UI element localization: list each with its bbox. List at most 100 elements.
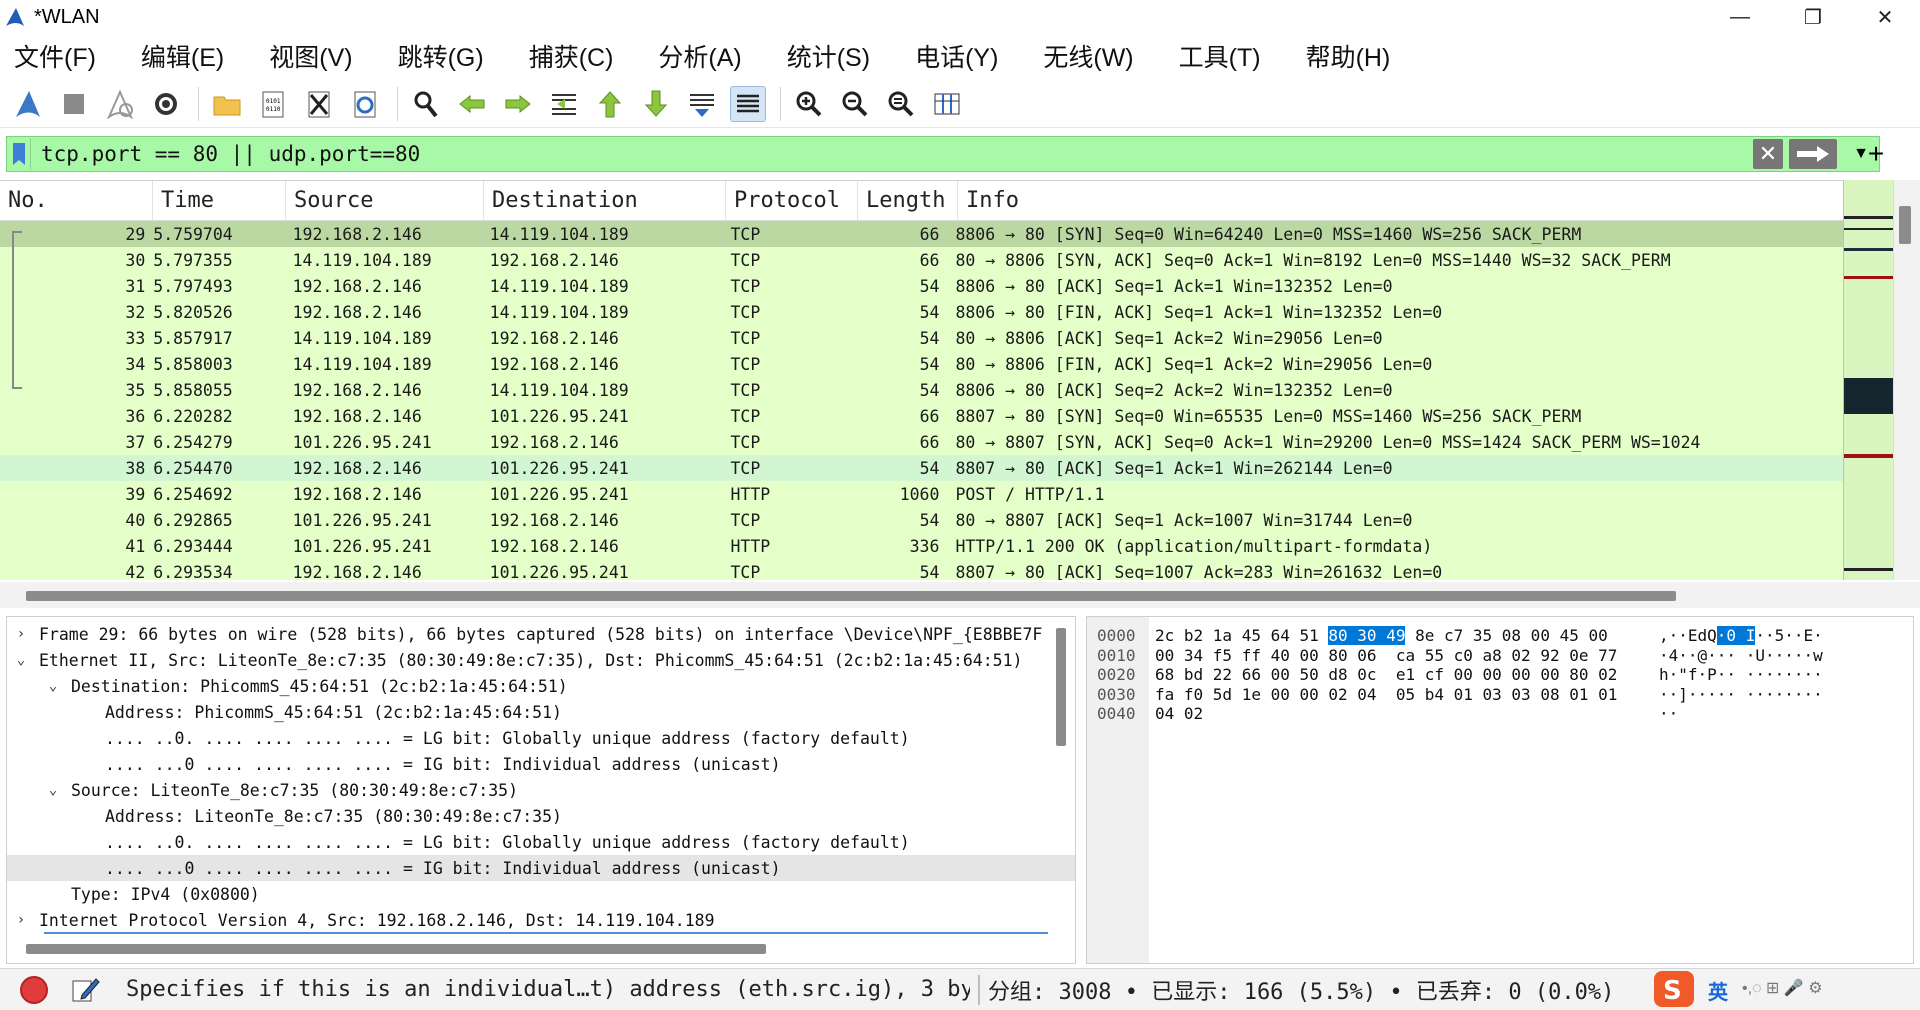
zoom-out-icon[interactable] <box>837 86 873 122</box>
details-tree-item[interactable]: › Frame 29: 66 bytes on wire (528 bits), … <box>7 621 1075 647</box>
column-header-source[interactable]: Source <box>286 181 484 221</box>
details-tree-item[interactable]: .... ..0. .... .... .... .... = LG bit: … <box>7 725 1075 751</box>
packet-cell-proto: HTTP <box>730 536 771 556</box>
menu-help[interactable]: 帮助(H) <box>1300 38 1397 74</box>
column-header-protocol[interactable]: Protocol <box>726 181 858 221</box>
apply-filter-icon[interactable] <box>1789 139 1837 169</box>
packet-bytes-pane[interactable]: 0000 2c b2 1a 45 64 51 80 30 49 8e c7 35 … <box>1086 616 1914 964</box>
details-tree-item[interactable]: ⌄ Source: LiteonTe_8e:c7:35 (80:30:49:8e:… <box>7 777 1075 803</box>
column-header-length[interactable]: Length <box>858 181 958 221</box>
column-header-no[interactable]: No. <box>0 181 153 221</box>
packet-row[interactable]: 35 5.858055 192.168.2.146 14.119.104.189 TCP… <box>0 377 1843 403</box>
hex-bytes[interactable]: 68 bd 22 66 00 50 d8 0c e1 cf 00 00 00 0… <box>1155 665 1617 684</box>
zoom-reset-icon[interactable] <box>883 86 919 122</box>
packet-minimap[interactable] <box>1843 180 1894 580</box>
hex-bytes[interactable]: 2c b2 1a 45 64 51 80 30 49 8e c7 35 08 0… <box>1155 626 1608 645</box>
hex-text: fa f0 5d 1e 00 00 02 04 05 b4 01 03 03 0… <box>1155 684 1618 704</box>
stop-capture-icon[interactable] <box>56 86 92 122</box>
hex-ascii[interactable]: h·"f·P·· ········ <box>1659 665 1823 684</box>
start-capture-icon[interactable] <box>10 86 46 122</box>
hex-ascii[interactable]: ,··EdQ·0 I··5··E· <box>1659 626 1823 645</box>
expand-arrow-icon[interactable]: › <box>11 626 31 642</box>
capture-comment-icon[interactable] <box>70 975 100 1005</box>
menu-edit[interactable]: 编辑(E) <box>135 38 230 74</box>
open-file-icon[interactable] <box>209 86 245 122</box>
packet-row[interactable]: 37 6.254279 101.226.95.241 192.168.2.146 TCP… <box>0 429 1843 455</box>
details-tree-item[interactable]: ⌄ Destination: PhicommS_45:64:51 (2c:b2:1… <box>7 673 1075 699</box>
save-file-icon[interactable]: 0101 0110 <box>255 86 291 122</box>
sogou-ime-icon[interactable]: S <box>1652 969 1696 1009</box>
expert-info-icon[interactable] <box>20 975 48 1004</box>
details-tree-item[interactable]: › Internet Protocol Version 4, Src: 192.1… <box>7 907 1075 933</box>
menu-statistics[interactable]: 统计(S) <box>781 38 876 74</box>
column-header-time[interactable]: Time <box>153 181 286 221</box>
hex-ascii[interactable]: ··]····· ········ <box>1659 685 1823 704</box>
packet-row[interactable]: 29 5.759704 192.168.2.146 14.119.104.189 TCP… <box>0 221 1843 247</box>
column-header-info[interactable]: Info <box>958 181 1843 221</box>
packet-row[interactable]: 39 6.254692 192.168.2.146 101.226.95.241 HTT… <box>0 481 1843 507</box>
packet-row[interactable]: 30 5.797355 14.119.104.189 192.168.2.146 TCP… <box>0 247 1843 273</box>
go-first-packet-icon[interactable] <box>592 86 628 122</box>
collapse-arrow-icon[interactable]: ⌄ <box>11 652 31 668</box>
colorize-icon[interactable] <box>730 85 766 122</box>
details-tree-item[interactable]: Type: IPv4 (0x0800) <box>7 881 1075 907</box>
go-to-packet-icon[interactable] <box>546 86 582 122</box>
minimize-button[interactable]: — <box>1705 0 1775 34</box>
capture-options-icon[interactable] <box>148 86 184 122</box>
details-hscroll-thumb[interactable] <box>26 944 766 954</box>
hex-bytes[interactable]: fa f0 5d 1e 00 00 02 04 05 b4 01 03 03 0… <box>1155 685 1617 704</box>
packet-row[interactable]: 36 6.220282 192.168.2.146 101.226.95.241 TCP… <box>0 403 1843 429</box>
find-packet-icon[interactable] <box>408 86 444 122</box>
details-scroll-thumb[interactable] <box>1056 628 1066 746</box>
menu-capture[interactable]: 捕获(C) <box>523 38 620 74</box>
packet-row[interactable]: 31 5.797493 192.168.2.146 14.119.104.189 TCP… <box>0 273 1843 299</box>
close-button[interactable]: ✕ <box>1850 0 1920 34</box>
maximize-button[interactable]: ❐ <box>1778 0 1848 34</box>
hex-bytes[interactable]: 00 34 f5 ff 40 00 80 06 ca 55 c0 a8 02 9… <box>1155 646 1617 665</box>
add-filter-button-icon[interactable]: + <box>1858 136 1894 172</box>
menu-go[interactable]: 跳转(G) <box>392 38 490 74</box>
close-file-icon[interactable] <box>301 86 337 122</box>
packet-row[interactable]: 41 6.293444 101.226.95.241 192.168.2.146 HTT… <box>0 533 1843 559</box>
details-tree-item[interactable]: .... ..0. .... .... .... .... = LG bit: … <box>7 829 1075 855</box>
ime-toolbar-icons[interactable]: •,◌ ⊞ 🎤 ⚙ <box>1742 978 1823 998</box>
hex-bytes[interactable]: 04 02 <box>1155 704 1203 723</box>
collapse-arrow-icon[interactable]: ⌄ <box>43 678 63 694</box>
menu-telephony[interactable]: 电话(Y) <box>909 38 1004 74</box>
hex-ascii[interactable]: ·· <box>1659 704 1678 723</box>
ime-language-indicator[interactable]: 英 <box>1708 976 1728 1005</box>
hex-ascii[interactable]: ·4··@··· ·U·····w <box>1659 646 1823 665</box>
menu-file[interactable]: 文件(F) <box>8 38 102 74</box>
details-tree-item[interactable]: ⌄ Ethernet II, Src: LiteonTe_8e:c7:35 (80… <box>7 647 1075 673</box>
menu-tools[interactable]: 工具(T) <box>1173 38 1267 74</box>
restart-capture-icon[interactable] <box>102 86 138 122</box>
menu-view[interactable]: 视图(V) <box>263 38 358 74</box>
clear-filter-icon[interactable]: ✕ <box>1753 139 1783 169</box>
packet-row[interactable]: 42 6.293534 192.168.2.146 101.226.95.241 TCP… <box>0 559 1843 580</box>
menu-analyze[interactable]: 分析(A) <box>652 38 747 74</box>
column-header-destination[interactable]: Destination <box>484 181 726 221</box>
go-last-packet-icon[interactable] <box>638 86 674 122</box>
packet-list-scroll-thumb[interactable] <box>1899 206 1911 244</box>
details-tree-item[interactable]: .... ...0 .... .... .... .... = IG bit: … <box>7 855 1075 881</box>
packet-row[interactable]: 38 6.254470 192.168.2.146 101.226.95.241 TCP… <box>0 455 1843 481</box>
zoom-in-icon[interactable] <box>791 86 827 122</box>
details-tree-item[interactable]: Address: PhicommS_45:64:51 (2c:b2:1a:45:… <box>7 699 1075 725</box>
expand-arrow-icon[interactable]: › <box>11 912 31 928</box>
collapse-arrow-icon[interactable]: ⌄ <box>43 782 63 798</box>
details-tree-item[interactable]: .... ...0 .... .... .... .... = IG bit: … <box>7 751 1075 777</box>
menu-wireless[interactable]: 无线(W) <box>1037 38 1139 74</box>
reload-file-icon[interactable] <box>347 86 383 122</box>
packet-row[interactable]: 33 5.857917 14.119.104.189 192.168.2.146 TCP… <box>0 325 1843 351</box>
packet-list-hscroll-thumb[interactable] <box>26 591 1676 601</box>
go-back-icon[interactable] <box>454 86 490 122</box>
autoscroll-icon[interactable] <box>684 86 720 122</box>
packet-row[interactable]: 40 6.292865 101.226.95.241 192.168.2.146 TCP… <box>0 507 1843 533</box>
resize-columns-icon[interactable] <box>929 86 965 122</box>
packet-row[interactable]: 32 5.820526 192.168.2.146 14.119.104.189 TCP… <box>0 299 1843 325</box>
display-filter-input[interactable] <box>41 138 1753 170</box>
packet-row[interactable]: 34 5.858003 14.119.104.189 192.168.2.146 TCP… <box>0 351 1843 377</box>
details-tree-item[interactable]: Address: LiteonTe_8e:c7:35 (80:30:49:8e:… <box>7 803 1075 829</box>
bookmark-icon[interactable] <box>7 138 31 170</box>
go-forward-icon[interactable] <box>500 86 536 122</box>
